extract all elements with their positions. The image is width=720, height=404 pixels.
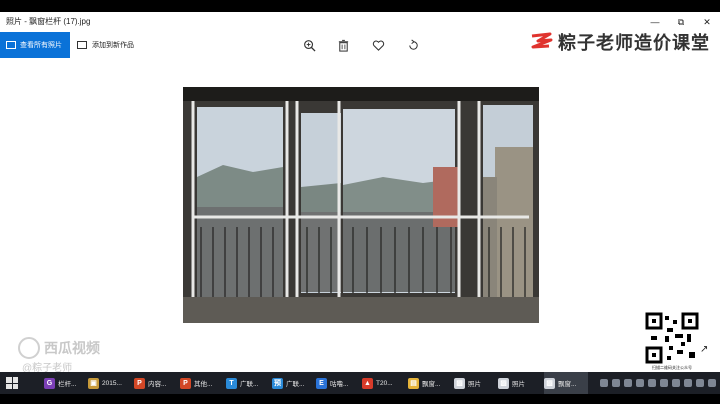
windows-start-icon[interactable] [6, 377, 18, 389]
taskbar-app-button[interactable]: ▤ 飘窗... [408, 372, 452, 394]
balcony-photo [183, 87, 539, 323]
tray-app-icon[interactable] [648, 379, 656, 387]
window-title: 照片 - 飘窗栏杆 (17).jpg [6, 17, 91, 26]
rotate-icon [408, 39, 418, 50]
taskbar-app-button[interactable]: P 内容... [134, 372, 178, 394]
taskbar-app-icon: T [226, 377, 237, 389]
taskbar-app-button[interactable]: ▨ 飘窗... [544, 372, 588, 394]
taskbar-app-label: 栏杆... [58, 381, 77, 388]
qr-caption: 扫描二维码关注公众号 [652, 365, 692, 370]
brand-name: 粽子老师造价课堂 [558, 33, 710, 53]
taskbar-app-icon: ▲ [362, 377, 373, 389]
photos-app-window: 照片 - 飘窗栏杆 (17).jpg — ⧉ ✕ 查看所有照片 添加到新作品 粽… [0, 12, 720, 374]
zoom-icon [303, 39, 316, 52]
view-all-photos-button[interactable]: 查看所有照片 [0, 32, 70, 58]
favorite-button[interactable] [369, 36, 387, 54]
tray-up-arrow-icon[interactable] [600, 379, 608, 387]
taskbar-app-button[interactable]: ▨ 照片 [454, 372, 498, 394]
windows-taskbar: G 栏杆... ▣ 2015... P 内容... P 其他... T 广联... 预广联... E 咕… [0, 372, 720, 394]
taskbar-app-icon: P [134, 377, 145, 389]
taskbar-app-label: 其他... [194, 381, 213, 388]
zoom-button[interactable] [300, 36, 318, 54]
tray-app-icon[interactable] [660, 379, 668, 387]
taskbar-app-button[interactable]: T 广联... [226, 372, 270, 394]
taskbar-app-icon: ▨ [544, 377, 555, 389]
xigua-logo-icon [18, 337, 40, 359]
taskbar-app-label: 咕噜... [330, 381, 349, 388]
taskbar-app-label: 内容... [148, 381, 167, 388]
tray-app-icon[interactable] [672, 379, 680, 387]
taskbar-app-icon: E [316, 377, 327, 389]
taskbar-app-icon: 预 [272, 377, 283, 389]
screen-bottom-strip [0, 394, 720, 404]
taskbar-app-label: 飘窗... [558, 381, 577, 388]
taskbar-app-button[interactable]: E 咕噜... [316, 372, 360, 394]
taskbar-app-label: 飘窗... [422, 381, 441, 388]
qr-code-icon [645, 312, 699, 364]
taskbar-app-button[interactable]: 预广联... [272, 372, 316, 394]
tray-network-icon[interactable] [612, 379, 620, 387]
tray-keyboard-icon[interactable] [696, 379, 704, 387]
taskbar-app-label: 照片 [468, 381, 481, 388]
add-to-creation-button[interactable]: 添加到新作品 [77, 32, 134, 58]
taskbar-app-button[interactable]: ▣ 2015... [88, 372, 132, 394]
delete-icon [338, 39, 348, 52]
screen-top-strip [0, 0, 720, 12]
photo-viewer-image[interactable] [183, 87, 539, 323]
qr-code [645, 312, 699, 364]
xigua-watermark: 西瓜视频 [18, 337, 100, 359]
tray-volume-icon[interactable] [708, 379, 716, 387]
rotate-button[interactable] [404, 36, 422, 54]
expand-icon[interactable]: ↗ [700, 344, 708, 355]
view-all-label: 查看所有照片 [20, 42, 62, 49]
taskbar-app-button[interactable]: ▨ 照片 [498, 372, 542, 394]
taskbar-app-label: 广联... [286, 381, 305, 388]
taskbar-app-button[interactable]: P 其他... [180, 372, 224, 394]
delete-button[interactable] [334, 36, 352, 54]
taskbar-app-icon: ▣ [88, 377, 99, 389]
taskbar-app-label: 广联... [240, 381, 259, 388]
taskbar-app-button[interactable]: G 栏杆... [44, 372, 88, 394]
taskbar-app-label: T20... [376, 379, 393, 387]
taskbar-app-icon: G [44, 377, 55, 389]
brand-logo-icon [531, 32, 553, 49]
add-to-creation-label: 添加到新作品 [92, 42, 134, 49]
taskbar-app-icon: ▨ [454, 377, 465, 389]
xigua-brand-text: 西瓜视频 [44, 340, 100, 356]
photos-icon [6, 41, 16, 49]
system-tray [596, 372, 716, 394]
taskbar-app-icon: P [180, 377, 191, 389]
add-creation-icon [77, 41, 87, 49]
taskbar-app-label: 照片 [512, 381, 525, 388]
tray-volume-icon[interactable] [624, 379, 632, 387]
brand-watermark: 粽子老师造价课堂 [530, 28, 710, 56]
taskbar-app-button[interactable]: ▲ T20... [362, 372, 406, 394]
favorite-icon [372, 40, 384, 51]
taskbar-app-icon: ▤ [408, 377, 419, 389]
taskbar-app-label: 2015... [102, 379, 122, 387]
taskbar-app-icon: ▨ [498, 377, 509, 389]
tray-app-icon[interactable] [684, 379, 692, 387]
tray-app-icon[interactable] [636, 379, 644, 387]
